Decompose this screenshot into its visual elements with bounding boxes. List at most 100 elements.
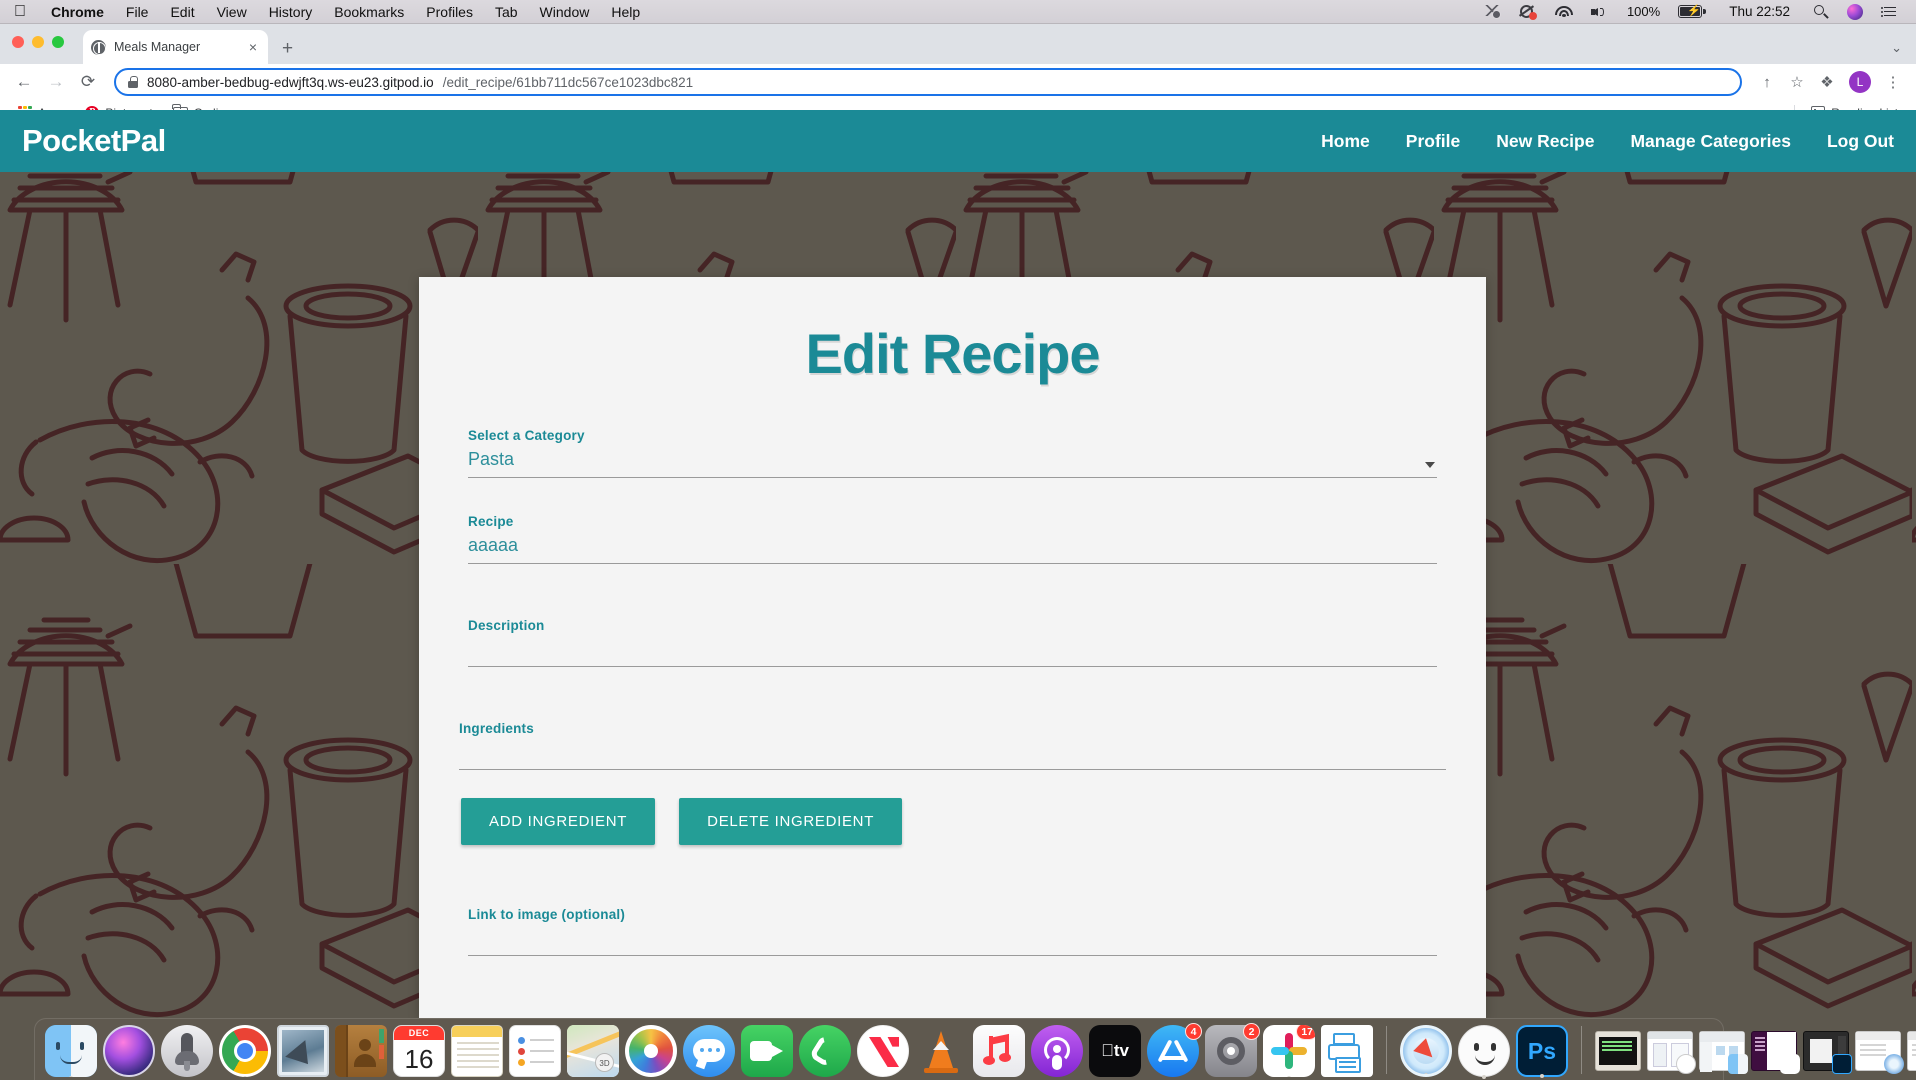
dock-app-calendar[interactable]: DEC 16 — [393, 1025, 445, 1077]
image-link-field[interactable]: Link to image (optional) — [468, 907, 1437, 956]
window-traffic-lights[interactable] — [12, 36, 64, 48]
dock-app-printer[interactable] — [1321, 1025, 1373, 1077]
dock-app-reminders[interactable] — [509, 1025, 561, 1077]
menubar-item-edit[interactable]: Edit — [159, 4, 205, 20]
dock-app-podcasts[interactable] — [1031, 1025, 1083, 1077]
menubar-item-file[interactable]: File — [115, 4, 160, 20]
dock-app-chrome[interactable] — [219, 1025, 271, 1077]
menubar-item-window[interactable]: Window — [529, 4, 601, 20]
description-field[interactable]: Description — [468, 618, 1437, 667]
spotlight-search-icon[interactable] — [1804, 4, 1838, 20]
dock-app-music[interactable] — [973, 1025, 1025, 1077]
recipe-field[interactable]: Recipe aaaaa — [468, 514, 1437, 564]
image-link-label: Link to image (optional) — [468, 907, 626, 922]
safari-app-icon — [1884, 1054, 1904, 1074]
menubar-clock[interactable]: Thu 22:52 — [1715, 4, 1804, 19]
minimized-chrome-window[interactable] — [1907, 1031, 1916, 1071]
site-brand[interactable]: PocketPal — [22, 123, 166, 159]
dock-app-finder[interactable] — [45, 1025, 97, 1077]
menubar-item-help[interactable]: Help — [600, 4, 651, 20]
minimize-window-button[interactable] — [32, 36, 44, 48]
dock-app-vlc[interactable] — [915, 1025, 967, 1077]
dock-app-siri[interactable] — [103, 1025, 155, 1077]
dock-app-messages[interactable] — [683, 1025, 735, 1077]
dock-app-app-store[interactable]: 4 — [1147, 1023, 1202, 1077]
minimized-terminal-window[interactable] — [1595, 1031, 1641, 1071]
minimized-preview-window[interactable] — [1647, 1031, 1696, 1074]
dropbox-icon[interactable] — [1476, 4, 1510, 19]
web-page-viewport: PocketPal Home Profile New Recipe Manage… — [0, 110, 1916, 1018]
do-not-disturb-icon[interactable] — [1510, 4, 1546, 20]
field-underline — [468, 477, 1437, 478]
nav-link-profile[interactable]: Profile — [1406, 131, 1460, 152]
back-button[interactable]: ← — [10, 68, 38, 96]
forward-button[interactable]: → — [42, 68, 70, 96]
category-select-value[interactable]: Pasta — [468, 443, 1437, 477]
slack-app-icon — [1780, 1054, 1800, 1074]
dock-app-system-preferences[interactable]: 2 — [1205, 1023, 1260, 1077]
close-window-button[interactable] — [12, 36, 24, 48]
siri-icon[interactable] — [1838, 3, 1872, 20]
volume-icon[interactable] — [1582, 5, 1618, 19]
image-link-input[interactable] — [468, 922, 1437, 955]
browser-tab[interactable]: Meals Manager × — [83, 30, 268, 64]
dock-app-facetime[interactable] — [741, 1025, 793, 1077]
dock-app-photos[interactable] — [625, 1025, 677, 1077]
recipe-input[interactable]: aaaaa — [468, 529, 1437, 563]
url-path: /edit_recipe/61bb711dc567ce1023dbc821 — [442, 74, 694, 90]
menubar-item-bookmarks[interactable]: Bookmarks — [323, 4, 415, 20]
nav-link-manage-categories[interactable]: Manage Categories — [1630, 131, 1790, 152]
running-indicator — [243, 1076, 247, 1077]
dock-app-photoshop[interactable]: Ps — [1516, 1025, 1568, 1078]
close-tab-icon[interactable]: × — [246, 39, 260, 55]
minimized-slack-window[interactable] — [1751, 1031, 1800, 1074]
description-input[interactable] — [468, 633, 1437, 666]
maximize-window-button[interactable] — [52, 36, 64, 48]
menubar-item-tab[interactable]: Tab — [484, 4, 529, 20]
dock-app-launchpad[interactable] — [161, 1025, 213, 1077]
ingredient-buttons: ADD INGREDIENT DELETE INGREDIENT — [461, 798, 1456, 845]
share-icon[interactable]: ↑ — [1754, 69, 1780, 95]
menubar-item-chrome[interactable]: Chrome — [40, 4, 115, 20]
delete-ingredient-button[interactable]: DELETE INGREDIENT — [679, 798, 903, 845]
apple-menu-icon[interactable]:  — [14, 3, 26, 20]
ingredients-field[interactable]: Ingredients — [459, 721, 1446, 770]
ingredients-input[interactable] — [459, 736, 1446, 769]
nav-link-new-recipe[interactable]: New Recipe — [1496, 131, 1594, 152]
dock-app-mail[interactable] — [277, 1025, 329, 1077]
nav-link-log-out[interactable]: Log Out — [1827, 131, 1894, 152]
field-underline — [468, 563, 1437, 564]
dock-app-phone[interactable] — [799, 1025, 851, 1077]
extensions-icon[interactable]: ❖ — [1814, 69, 1840, 95]
menubar-item-history[interactable]: History — [258, 4, 324, 20]
control-center-icon[interactable] — [1872, 5, 1906, 19]
address-bar[interactable]: 8080-amber-bedbug-edwjft3q.ws-eu23.gitpo… — [114, 68, 1742, 96]
menubar-item-profiles[interactable]: Profiles — [415, 4, 484, 20]
chrome-menu-icon[interactable]: ⋮ — [1880, 69, 1906, 95]
dock-app-finder-face[interactable] — [1458, 1025, 1510, 1079]
new-tab-button[interactable]: + — [282, 39, 293, 58]
recipe-label: Recipe — [468, 514, 514, 529]
running-indicator — [1482, 1075, 1486, 1079]
minimized-photoshop-window[interactable] — [1803, 1031, 1852, 1074]
menubar-item-view[interactable]: View — [206, 4, 258, 20]
battery-icon[interactable]: ⚡ — [1669, 4, 1715, 19]
bookmark-star-icon[interactable]: ☆ — [1784, 69, 1810, 95]
category-field[interactable]: Select a Category Pasta — [468, 428, 1437, 478]
chevron-down-icon[interactable] — [1425, 462, 1435, 468]
dock-app-apple-tv[interactable]: tv — [1089, 1025, 1141, 1077]
dock-app-news[interactable] — [857, 1025, 909, 1077]
dock-app-safari[interactable] — [1400, 1025, 1452, 1077]
wifi-icon[interactable] — [1546, 5, 1582, 19]
dock-app-maps[interactable]: 3D — [567, 1025, 619, 1077]
minimized-finder-window[interactable] — [1699, 1031, 1748, 1074]
add-ingredient-button[interactable]: ADD INGREDIENT — [461, 798, 656, 845]
tabstrip-collapse-icon[interactable]: ⌄ — [1891, 40, 1902, 56]
minimized-safari-window[interactable] — [1855, 1031, 1904, 1074]
nav-link-home[interactable]: Home — [1321, 131, 1370, 152]
dock-app-contacts[interactable] — [335, 1025, 387, 1077]
profile-avatar[interactable]: L — [1849, 71, 1871, 93]
dock-app-slack[interactable]: 17 — [1263, 1025, 1315, 1077]
dock-app-notes[interactable] — [451, 1025, 503, 1077]
reload-button[interactable]: ⟳ — [74, 68, 102, 96]
